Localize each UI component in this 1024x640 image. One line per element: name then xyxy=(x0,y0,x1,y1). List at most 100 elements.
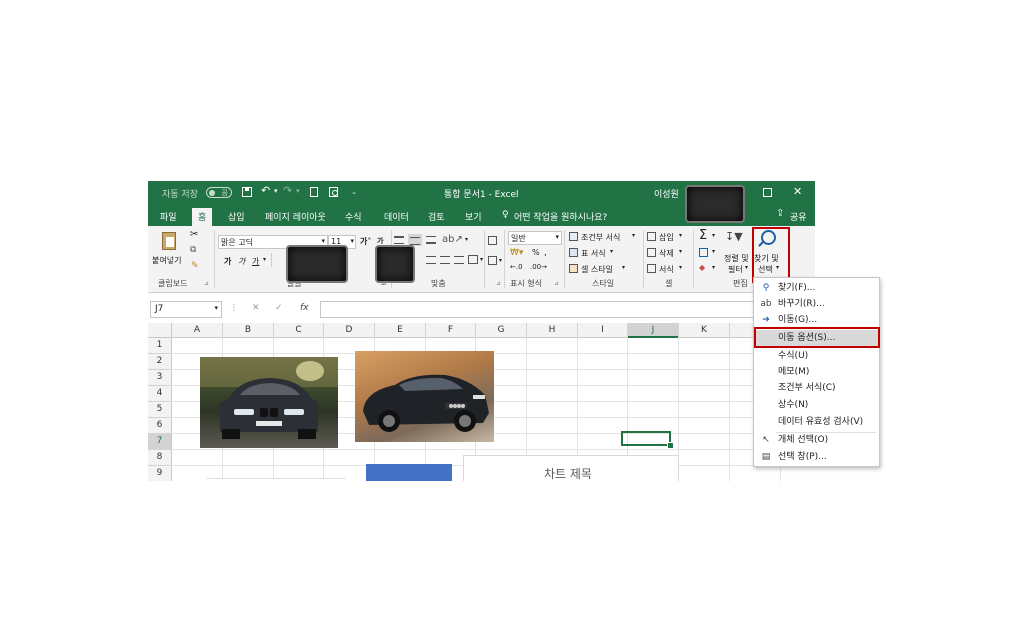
conditional-format-icon[interactable] xyxy=(569,232,578,241)
column-header[interactable]: G xyxy=(476,323,527,338)
column-header[interactable]: F xyxy=(426,323,476,338)
worksheet-grid[interactable]: A B C D E F G H I J K L 1 2 3 4 5 6 7 8 … xyxy=(148,323,815,481)
cut-icon[interactable]: ✂ xyxy=(190,229,198,240)
column-header[interactable]: C xyxy=(274,323,324,338)
column-header[interactable]: K xyxy=(679,323,730,338)
comma-icon[interactable]: , xyxy=(544,248,547,258)
table-format-button[interactable]: 표 서식 xyxy=(581,248,606,259)
tab-insert[interactable]: 삽입 xyxy=(228,210,245,223)
percent-button[interactable]: % xyxy=(532,248,540,257)
conditional-format-button[interactable]: 조건부 서식 xyxy=(581,232,620,243)
column-header-selected[interactable]: J xyxy=(628,323,679,338)
number-format-select[interactable]: 일반 ▾ xyxy=(508,231,562,245)
restore-window-icon[interactable] xyxy=(763,188,772,197)
clear-icon[interactable]: ◆ xyxy=(699,263,705,272)
new-file-icon[interactable] xyxy=(310,187,318,197)
column-header[interactable]: I xyxy=(578,323,628,338)
chevron-down-icon[interactable]: ▾ xyxy=(712,232,715,239)
orientation-icon[interactable]: ab↗ xyxy=(442,234,463,245)
chevron-down-icon[interactable]: ▾ xyxy=(679,248,682,255)
chevron-down-icon[interactable]: ▾ xyxy=(679,232,682,239)
chart-bar-object[interactable] xyxy=(366,464,452,481)
row-header[interactable]: 5 xyxy=(148,402,172,418)
alignment-launcher-icon[interactable]: ⊿ xyxy=(496,280,501,287)
tab-page-layout[interactable]: 페이지 레이아웃 xyxy=(265,210,326,223)
increase-decimal-icon[interactable]: ←.0 xyxy=(510,263,523,271)
decrease-indent-icon[interactable] xyxy=(440,256,450,264)
autosum-icon[interactable]: Σ xyxy=(699,228,707,243)
undo-dropdown-icon[interactable]: ▾ xyxy=(274,187,278,195)
row-header[interactable]: 9 xyxy=(148,466,172,481)
chevron-down-icon[interactable]: ▾ xyxy=(499,257,502,264)
align-bottom-icon[interactable] xyxy=(426,236,436,244)
redo-icon[interactable]: ↷ xyxy=(283,184,292,197)
cancel-icon[interactable]: ✕ xyxy=(252,303,260,313)
tab-file[interactable]: 파일 xyxy=(160,210,177,223)
menu-item-selection-pane[interactable]: ▤ 선택 창(P)... xyxy=(754,449,879,465)
increase-font-icon[interactable]: 가˄ xyxy=(360,236,371,247)
name-box[interactable]: J7 ▾ xyxy=(150,301,222,318)
menu-item-replace[interactable]: ab 바꾸기(R)... xyxy=(754,296,879,312)
column-header[interactable]: D xyxy=(324,323,375,338)
tab-home[interactable]: 홈 xyxy=(192,208,213,226)
menu-item-formulas[interactable]: 수식(U) xyxy=(754,348,879,364)
save-icon[interactable] xyxy=(242,187,252,197)
tell-me-box[interactable]: 어떤 작업을 원하시나요? xyxy=(514,210,607,223)
currency-icon[interactable]: ₩▾ xyxy=(510,248,523,258)
merge-icon[interactable] xyxy=(488,256,497,265)
merge-center-icon[interactable] xyxy=(468,255,478,264)
underline-button[interactable]: 가 xyxy=(252,256,259,267)
tab-view[interactable]: 보기 xyxy=(465,210,482,223)
align-right-icon[interactable] xyxy=(426,256,436,264)
menu-item-find[interactable]: ⚲ 찾기(F)... xyxy=(754,280,879,296)
menu-item-data-validation[interactable]: 데이터 유효성 검사(V) xyxy=(754,414,879,430)
row-header[interactable]: 2 xyxy=(148,354,172,370)
delete-cells-button[interactable]: 삭제 xyxy=(659,248,674,259)
chevron-down-icon[interactable]: ▾ xyxy=(712,264,715,271)
share-button[interactable]: 공유 xyxy=(790,210,807,223)
chart-title[interactable]: 차트 제목 xyxy=(544,465,592,481)
redo-dropdown-icon[interactable]: ▾ xyxy=(296,187,300,195)
increase-indent-icon[interactable] xyxy=(454,256,464,264)
clipboard-launcher-icon[interactable]: ⊿ xyxy=(204,280,209,287)
menu-item-comments[interactable]: 메모(M) xyxy=(754,364,879,380)
chevron-down-icon[interactable]: ▾ xyxy=(610,248,613,255)
number-launcher-icon[interactable]: ⊿ xyxy=(554,280,559,287)
customize-qat-icon[interactable]: ₌ xyxy=(352,187,356,196)
column-header[interactable]: H xyxy=(527,323,578,338)
active-cell[interactable] xyxy=(621,431,671,446)
row-header[interactable]: 8 xyxy=(148,450,172,466)
chart-object[interactable]: 차트 제목 xyxy=(463,455,679,481)
insert-function-icon[interactable]: fx xyxy=(300,303,309,313)
autosave-toggle[interactable]: 끔 xyxy=(206,187,232,198)
car-picture-1[interactable] xyxy=(200,357,338,448)
chevron-down-icon[interactable]: ▾ xyxy=(465,236,468,243)
insert-cells-button[interactable]: 삽입 xyxy=(659,232,674,243)
column-header[interactable]: A xyxy=(172,323,223,338)
sort-filter-icon[interactable]: ↧▼ xyxy=(725,230,743,243)
chevron-down-icon[interactable]: ▾ xyxy=(622,264,625,271)
car-picture-2[interactable] xyxy=(355,351,494,442)
column-header[interactable]: E xyxy=(375,323,426,338)
enter-icon[interactable]: ✓ xyxy=(275,303,283,313)
undo-icon[interactable]: ↶ xyxy=(261,184,270,197)
user-name[interactable]: 이성원 xyxy=(654,187,679,200)
formula-input[interactable] xyxy=(320,301,812,318)
copy-icon[interactable]: ⧉ xyxy=(190,245,196,255)
align-top-icon[interactable] xyxy=(394,236,404,244)
bold-button[interactable]: 가 xyxy=(224,256,231,267)
format-painter-icon[interactable]: ✎ xyxy=(191,261,199,271)
tab-formulas[interactable]: 수식 xyxy=(345,210,362,223)
chevron-down-icon[interactable]: ▾ xyxy=(712,248,715,255)
tab-data[interactable]: 데이터 xyxy=(384,210,409,223)
chevron-down-icon[interactable]: ▾ xyxy=(745,264,748,271)
fill-handle[interactable] xyxy=(667,442,674,449)
menu-item-conditional-format[interactable]: 조건부 서식(C) xyxy=(754,380,879,396)
sort-filter-label-2[interactable]: 필터 xyxy=(728,264,743,275)
decrease-decimal-icon[interactable]: .00→ xyxy=(530,263,547,271)
row-header[interactable]: 1 xyxy=(148,338,172,354)
menu-item-select-objects[interactable]: ↖ 개체 선택(O) xyxy=(754,432,879,448)
select-all-corner[interactable] xyxy=(148,323,172,338)
wrap-icon[interactable] xyxy=(488,236,497,245)
fill-icon[interactable] xyxy=(699,248,708,257)
